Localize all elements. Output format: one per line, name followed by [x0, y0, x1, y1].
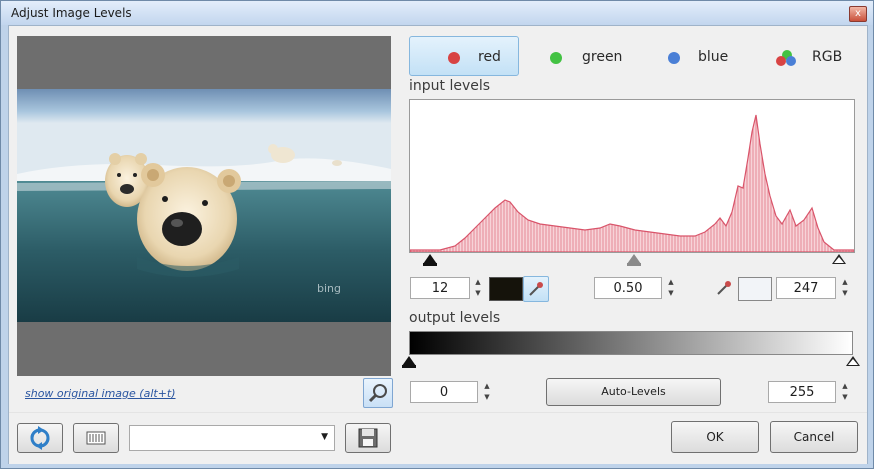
- save-preset-icon: [358, 428, 378, 448]
- input-gamma-stepper[interactable]: ▲ ▼: [665, 277, 677, 299]
- close-icon: x: [855, 8, 861, 19]
- zoom-fit-button[interactable]: [363, 378, 393, 408]
- output-black-slider-base: [402, 365, 416, 368]
- channel-label: RGB: [812, 49, 843, 65]
- close-button[interactable]: x: [849, 6, 867, 22]
- input-gamma-slider-base: [627, 263, 641, 266]
- window-title: Adjust Image Levels: [11, 6, 132, 20]
- channel-label: red: [478, 49, 501, 65]
- grid-toggle-icon: [86, 431, 106, 445]
- white-point-swatch: [738, 277, 772, 301]
- output-white-stepper[interactable]: ▲ ▼: [839, 381, 851, 403]
- output-gradient-bar: [409, 331, 853, 355]
- input-black-field[interactable]: 12: [410, 277, 470, 299]
- refresh-icon: [30, 426, 50, 450]
- channel-tab-blue[interactable]: blue: [649, 36, 741, 76]
- output-levels-label: output levels: [409, 310, 501, 326]
- input-white-slider-fill: [834, 257, 844, 263]
- channel-label: blue: [698, 49, 729, 65]
- preset-dropdown[interactable]: ▼: [129, 425, 335, 451]
- eyedropper-icon: [717, 281, 731, 295]
- channel-tab-rgb[interactable]: RGB: [765, 36, 857, 76]
- output-white-field[interactable]: 255: [768, 381, 836, 403]
- show-original-link[interactable]: show original image (alt+t): [25, 387, 176, 400]
- output-black-stepper[interactable]: ▲ ▼: [481, 381, 493, 403]
- auto-levels-button[interactable]: Auto-Levels: [546, 378, 721, 406]
- dialog-client: bing show original image (alt+t) red gre…: [8, 25, 868, 464]
- eyedropper-icon: [529, 282, 543, 296]
- title-bar: Adjust Image Levels x: [1, 1, 873, 25]
- refresh-button[interactable]: [17, 423, 63, 453]
- input-levels-label: input levels: [409, 78, 491, 94]
- histogram-graph: [409, 114, 855, 253]
- channel-tab-red[interactable]: red: [409, 36, 519, 76]
- input-white-stepper[interactable]: ▲ ▼: [839, 277, 851, 299]
- chevron-down-icon: ▼: [321, 432, 328, 442]
- preview-photo: bing: [17, 89, 391, 322]
- input-black-slider-base: [423, 263, 437, 266]
- channel-tab-green[interactable]: green: [519, 36, 629, 76]
- blue-dot-icon: [668, 52, 680, 64]
- rgb-dots-icon: [776, 56, 786, 66]
- image-preview: bing: [17, 36, 391, 376]
- green-dot-icon: [550, 52, 562, 64]
- histogram: [409, 99, 855, 253]
- input-white-field[interactable]: 247: [776, 277, 836, 299]
- grid-toggle-button[interactable]: [73, 423, 119, 453]
- cancel-button[interactable]: Cancel: [770, 421, 858, 453]
- input-gamma-field[interactable]: 0.50: [594, 277, 662, 299]
- red-dot-icon: [448, 52, 460, 64]
- bing-watermark: bing: [317, 282, 341, 295]
- histogram-area: [409, 114, 855, 253]
- black-point-swatch: [489, 277, 523, 301]
- adjust-levels-window: Adjust Image Levels x bing show original…: [0, 0, 874, 469]
- channel-label: green: [582, 49, 623, 65]
- ok-button[interactable]: OK: [671, 421, 759, 453]
- output-white-slider-fill: [848, 359, 858, 365]
- rgb-dots-icon: [786, 56, 796, 66]
- save-preset-button[interactable]: [345, 423, 391, 453]
- black-eyedropper-button[interactable]: [523, 276, 549, 302]
- input-black-stepper[interactable]: ▲ ▼: [472, 277, 484, 299]
- white-eyedropper-button[interactable]: [712, 276, 736, 300]
- magnifier-icon: [368, 384, 387, 403]
- bottom-toolbar: ▼ OK Cancel: [9, 412, 867, 464]
- output-black-field[interactable]: 0: [410, 381, 478, 403]
